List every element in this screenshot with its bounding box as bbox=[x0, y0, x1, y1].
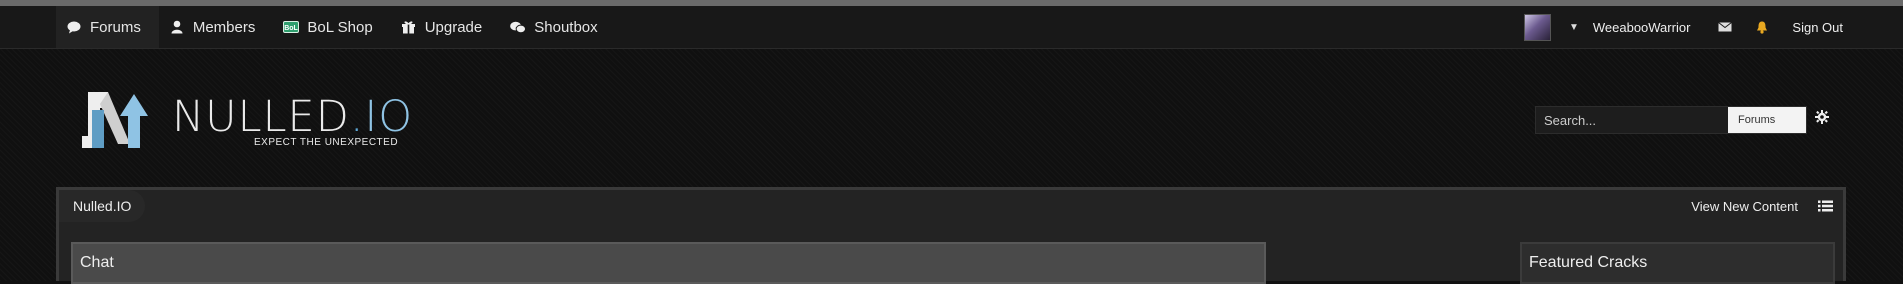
nav-forums[interactable]: Forums bbox=[56, 6, 159, 48]
sign-out-link[interactable]: Sign Out bbox=[1792, 20, 1843, 35]
logo-tld: IO bbox=[364, 92, 414, 142]
search-input[interactable] bbox=[1536, 107, 1728, 133]
logo-name: NULLED bbox=[172, 92, 350, 142]
breadcrumb[interactable]: Nulled.IO bbox=[59, 190, 146, 222]
logo-wordmark[interactable]: NULLED.IO bbox=[172, 92, 413, 142]
search-box: Forums bbox=[1535, 106, 1807, 134]
gear-icon[interactable] bbox=[1815, 110, 1829, 129]
chat-panel-header: Chat bbox=[71, 242, 1266, 284]
main-content-panel: Nulled.IO View New Content Chat Featured… bbox=[56, 187, 1846, 284]
nav-upgrade[interactable]: Upgrade bbox=[391, 6, 501, 48]
nav-label: Members bbox=[192, 18, 256, 36]
nav-bol-shop[interactable]: BoL BoL Shop bbox=[273, 6, 390, 48]
top-navigation-bar: Forums Members BoL BoL Shop Upgrade Shou… bbox=[0, 6, 1903, 49]
featured-title: Featured Cracks bbox=[1529, 254, 1648, 271]
logo-tagline: EXPECT THE UNEXPECTED bbox=[254, 137, 399, 148]
nav-label: Upgrade bbox=[424, 18, 483, 36]
chat-bubbles-icon bbox=[510, 21, 527, 34]
nav-shoutbox[interactable]: Shoutbox bbox=[500, 6, 615, 48]
logo-dot: . bbox=[349, 92, 365, 142]
main-nav: Forums Members BoL BoL Shop Upgrade Shou… bbox=[56, 6, 616, 48]
bell-icon[interactable] bbox=[1756, 21, 1768, 34]
svg-text:BoL: BoL bbox=[285, 25, 299, 32]
nav-label: Forums bbox=[90, 18, 141, 36]
search-scope-selector[interactable]: Forums bbox=[1728, 107, 1806, 133]
user-avatar[interactable] bbox=[1523, 13, 1551, 41]
speech-bubble-icon bbox=[66, 21, 82, 34]
breadcrumb-label: Nulled.IO bbox=[73, 198, 132, 214]
user-icon bbox=[169, 20, 185, 34]
list-icon[interactable] bbox=[1818, 199, 1833, 217]
logo-mark[interactable] bbox=[78, 86, 158, 159]
username-link[interactable]: WeeabooWarrior bbox=[1593, 20, 1691, 35]
nav-label: Shoutbox bbox=[534, 18, 598, 36]
chat-title: Chat bbox=[80, 254, 114, 271]
chevron-down-icon[interactable]: ▼ bbox=[1569, 22, 1579, 33]
nav-label: BoL Shop bbox=[307, 18, 373, 36]
bol-icon: BoL bbox=[283, 21, 300, 33]
gift-icon bbox=[401, 20, 417, 34]
envelope-icon[interactable] bbox=[1718, 22, 1733, 32]
user-area: ▼ WeeabooWarrior Sign Out bbox=[1523, 6, 1843, 48]
nav-members[interactable]: Members bbox=[159, 6, 274, 48]
featured-cracks-panel-header: Featured Cracks bbox=[1520, 242, 1835, 284]
view-new-content-link[interactable]: View New Content bbox=[1691, 190, 1798, 222]
